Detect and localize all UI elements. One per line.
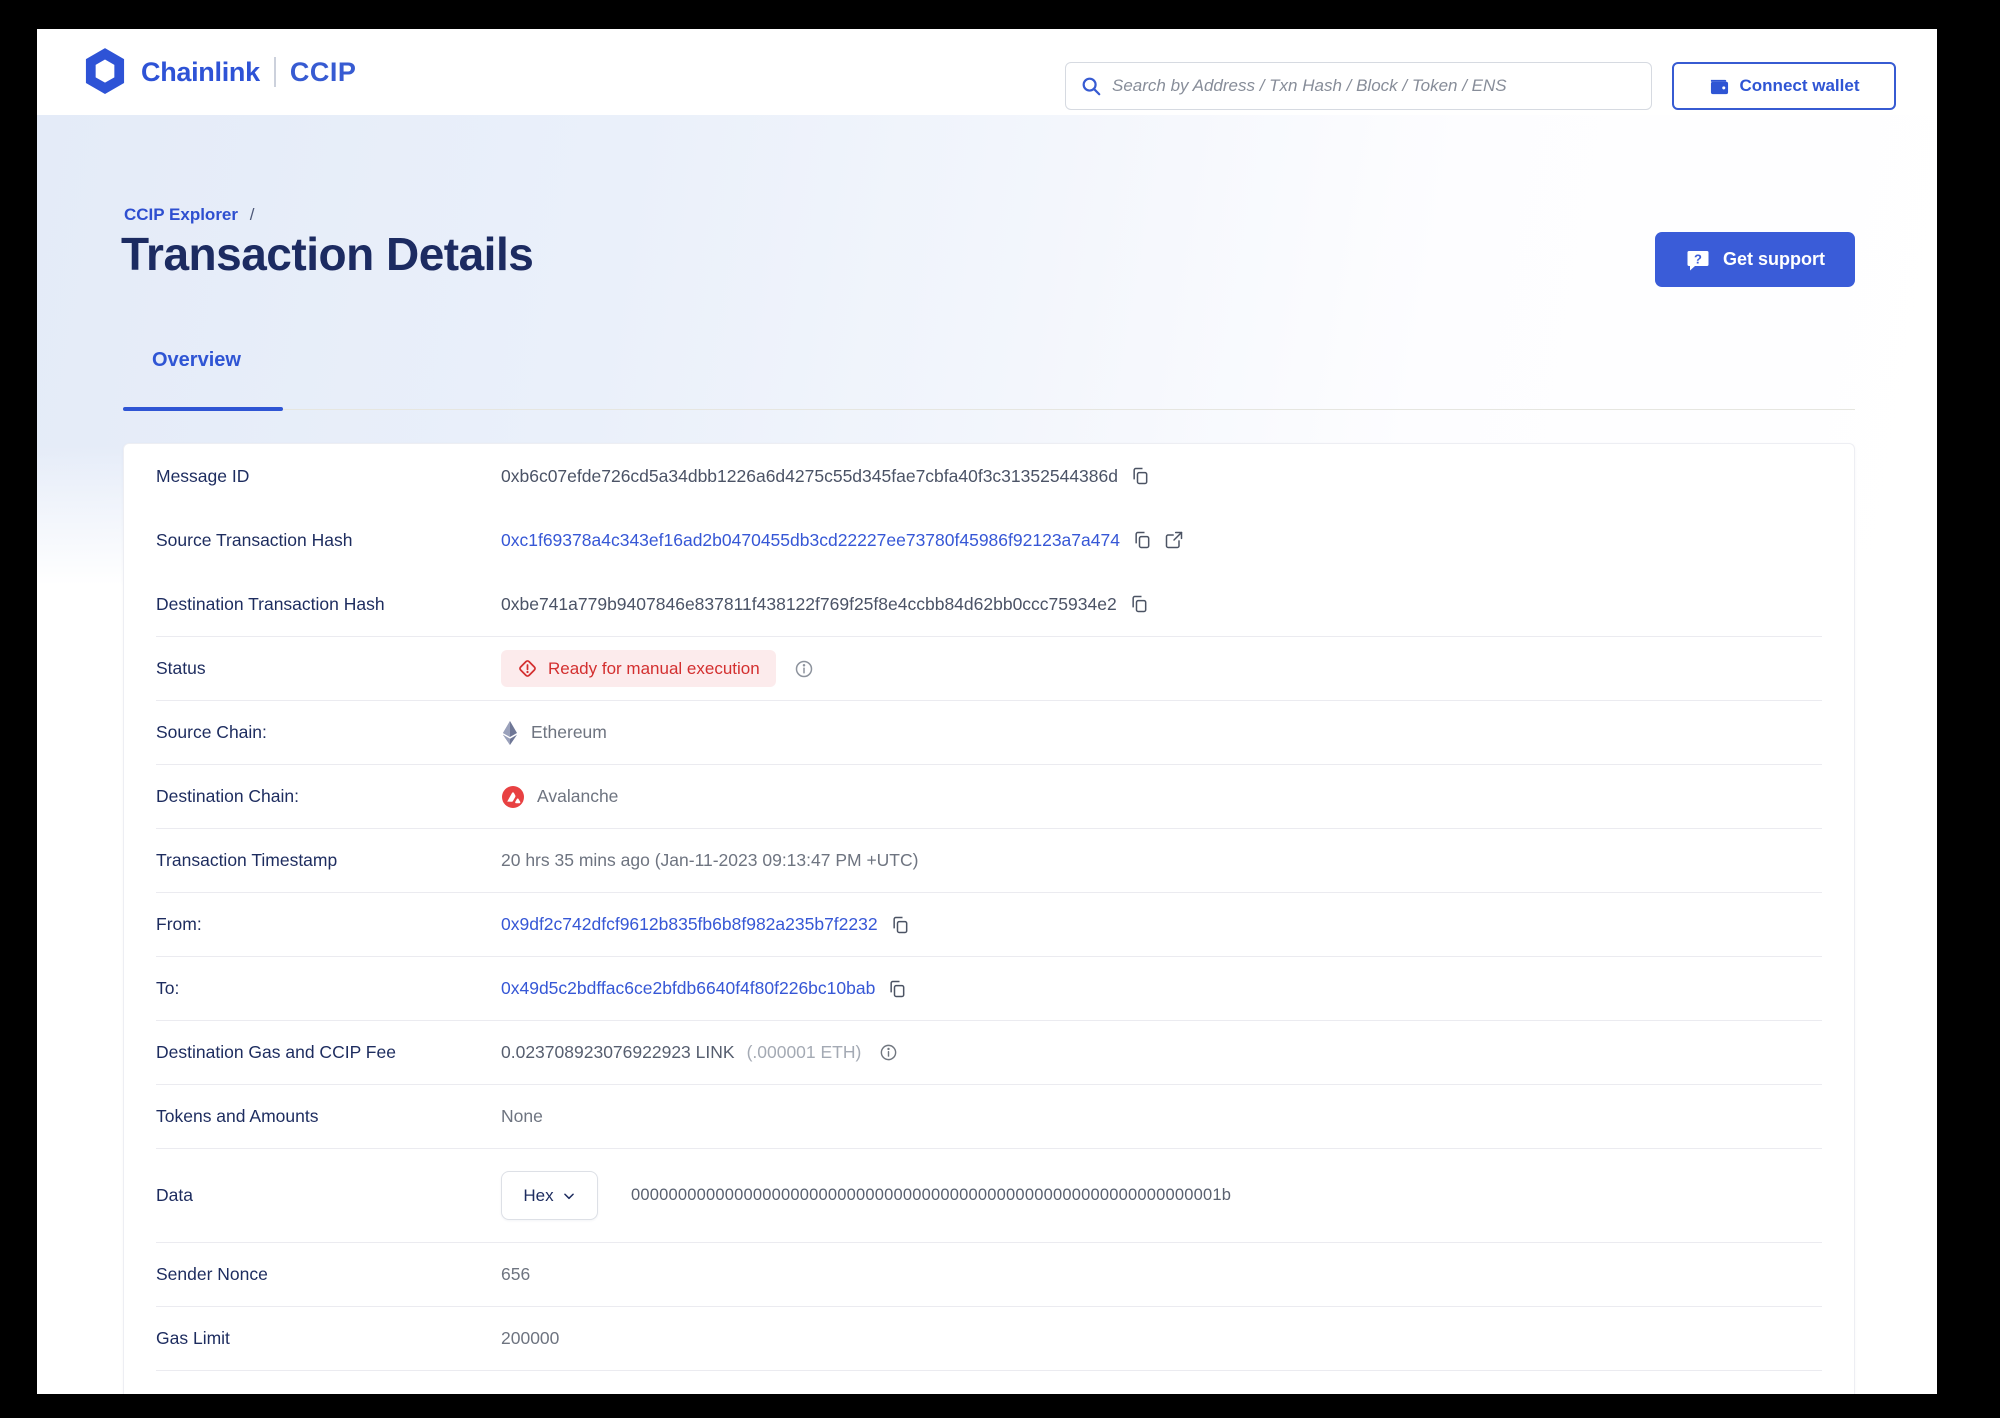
data-hex-value: 0000000000000000000000000000000000000000…: [631, 1186, 1232, 1204]
table-row-message-id: Message ID 0xb6c07efde726cd5a34dbb1226a6…: [156, 444, 1822, 508]
copy-icon[interactable]: [887, 979, 907, 999]
brand-divider: [273, 57, 276, 87]
ethereum-icon: [501, 720, 519, 746]
gas-limit-value: 200000: [501, 1328, 560, 1348]
page-title: Transaction Details: [121, 228, 534, 280]
table-row-dest-tx-hash: Destination Transaction Hash 0xbe741a779…: [156, 572, 1822, 636]
top-header: Chainlink CCIP Connect wallet: [37, 29, 1937, 115]
transaction-details-card: Message ID 0xb6c07efde726cd5a34dbb1226a6…: [123, 443, 1855, 1394]
row-label: Sender Nonce: [156, 1264, 268, 1284]
search-icon: [1080, 75, 1102, 97]
row-label: Destination Gas and CCIP Fee: [156, 1042, 396, 1062]
table-row-from: From: 0x9df2c742dfcf9612b835fb6b8f982a23…: [156, 892, 1822, 956]
source-tx-hash-link[interactable]: 0xc1f69378a4c343ef16ad2b0470455db3cd2222…: [501, 530, 1120, 551]
copy-icon[interactable]: [1129, 594, 1149, 614]
dest-chain-value: Avalanche: [537, 786, 619, 806]
chainlink-logo-icon: [83, 48, 127, 96]
question-bubble-icon: ?: [1685, 247, 1711, 273]
avalanche-icon: [501, 785, 525, 809]
table-row-data: Data Hex 0000000000000000000000000000000…: [156, 1148, 1822, 1242]
breadcrumb: CCIP Explorer /: [124, 205, 254, 225]
table-row-fee: Destination Gas and CCIP Fee 0.023708923…: [156, 1020, 1822, 1084]
copy-icon[interactable]: [1130, 466, 1150, 486]
table-row-to: To: 0x49d5c2bdffac6ce2bfdb6640f4f80f226b…: [156, 956, 1822, 1020]
row-label: Destination Chain:: [156, 786, 299, 806]
table-row-timestamp: Transaction Timestamp 20 hrs 35 mins ago…: [156, 828, 1822, 892]
info-icon[interactable]: [794, 659, 814, 679]
row-label: Status: [156, 658, 206, 678]
copy-icon[interactable]: [1132, 530, 1152, 550]
tab-overview-underline: [123, 407, 283, 411]
connect-wallet-button[interactable]: Connect wallet: [1672, 62, 1896, 110]
external-link-icon[interactable]: [1164, 530, 1184, 550]
table-row-clipped: [156, 1370, 1822, 1394]
row-label: Gas Limit: [156, 1328, 230, 1348]
row-label: Destination Transaction Hash: [156, 593, 385, 614]
tab-overview[interactable]: Overview: [152, 349, 241, 372]
table-row-tokens: Tokens and Amounts None: [156, 1084, 1822, 1148]
row-label: To:: [156, 978, 180, 998]
table-row-sender-nonce: Sender Nonce 656: [156, 1242, 1822, 1306]
get-support-button[interactable]: ? Get support: [1655, 232, 1855, 287]
sender-nonce-value: 656: [501, 1264, 531, 1284]
search-input[interactable]: [1112, 63, 1651, 109]
wallet-icon: [1709, 77, 1730, 96]
timestamp-value: 20 hrs 35 mins ago (Jan-11-2023 09:13:47…: [501, 850, 919, 870]
status-badge-label: Ready for manual execution: [548, 658, 760, 678]
table-row-source-tx-hash: Source Transaction Hash 0xc1f69378a4c343…: [156, 508, 1822, 572]
search-box: [1065, 62, 1652, 110]
svg-text:?: ?: [1694, 251, 1702, 266]
get-support-label: Get support: [1723, 249, 1825, 269]
source-chain-value: Ethereum: [531, 722, 607, 742]
message-id-value: 0xb6c07efde726cd5a34dbb1226a6d4275c55d34…: [501, 465, 1118, 486]
row-label: From:: [156, 914, 202, 934]
app-window: Chainlink CCIP Connect wallet: [37, 29, 1937, 1394]
row-label: Source Transaction Hash: [156, 529, 353, 550]
table-row-gas-limit: Gas Limit 200000: [156, 1306, 1822, 1370]
table-row-dest-chain: Destination Chain: Avalanche: [156, 764, 1822, 828]
status-badge: Ready for manual execution: [501, 650, 776, 687]
to-address-link[interactable]: 0x49d5c2bdffac6ce2bfdb6640f4f80f226bc10b…: [501, 978, 875, 999]
data-format-dropdown[interactable]: Hex: [501, 1171, 598, 1220]
row-label: Transaction Timestamp: [156, 850, 338, 870]
brand-logo[interactable]: Chainlink CCIP: [83, 29, 356, 115]
row-label: Data: [156, 1185, 193, 1205]
brand-name: Chainlink: [141, 56, 260, 87]
breadcrumb-ccip-explorer-link[interactable]: CCIP Explorer: [124, 205, 238, 224]
from-address-link[interactable]: 0x9df2c742dfcf9612b835fb6b8f982a235b7f22…: [501, 914, 878, 935]
brand-product: CCIP: [289, 56, 357, 87]
copy-icon[interactable]: [890, 915, 910, 935]
dest-tx-hash-value: 0xbe741a779b9407846e837811f438122f769f25…: [501, 593, 1117, 614]
row-label: Tokens and Amounts: [156, 1106, 319, 1126]
chevron-down-icon: [562, 1189, 576, 1203]
table-row-status: Status Ready for manual execution: [156, 636, 1822, 700]
row-label: Source Chain:: [156, 722, 267, 742]
data-format-selected: Hex: [523, 1185, 554, 1205]
breadcrumb-separator: /: [249, 205, 255, 224]
fee-eth-equivalent: (.000001 ETH): [746, 1042, 862, 1062]
alert-diamond-icon: [517, 658, 538, 679]
tokens-value: None: [501, 1106, 543, 1126]
info-icon[interactable]: [879, 1043, 898, 1062]
tabs-divider: [123, 409, 1855, 410]
row-label: Message ID: [156, 465, 250, 486]
connect-wallet-label: Connect wallet: [1739, 76, 1860, 95]
fee-value: 0.023708923076922923 LINK: [501, 1042, 735, 1062]
table-row-source-chain: Source Chain: Ethereum: [156, 700, 1822, 764]
